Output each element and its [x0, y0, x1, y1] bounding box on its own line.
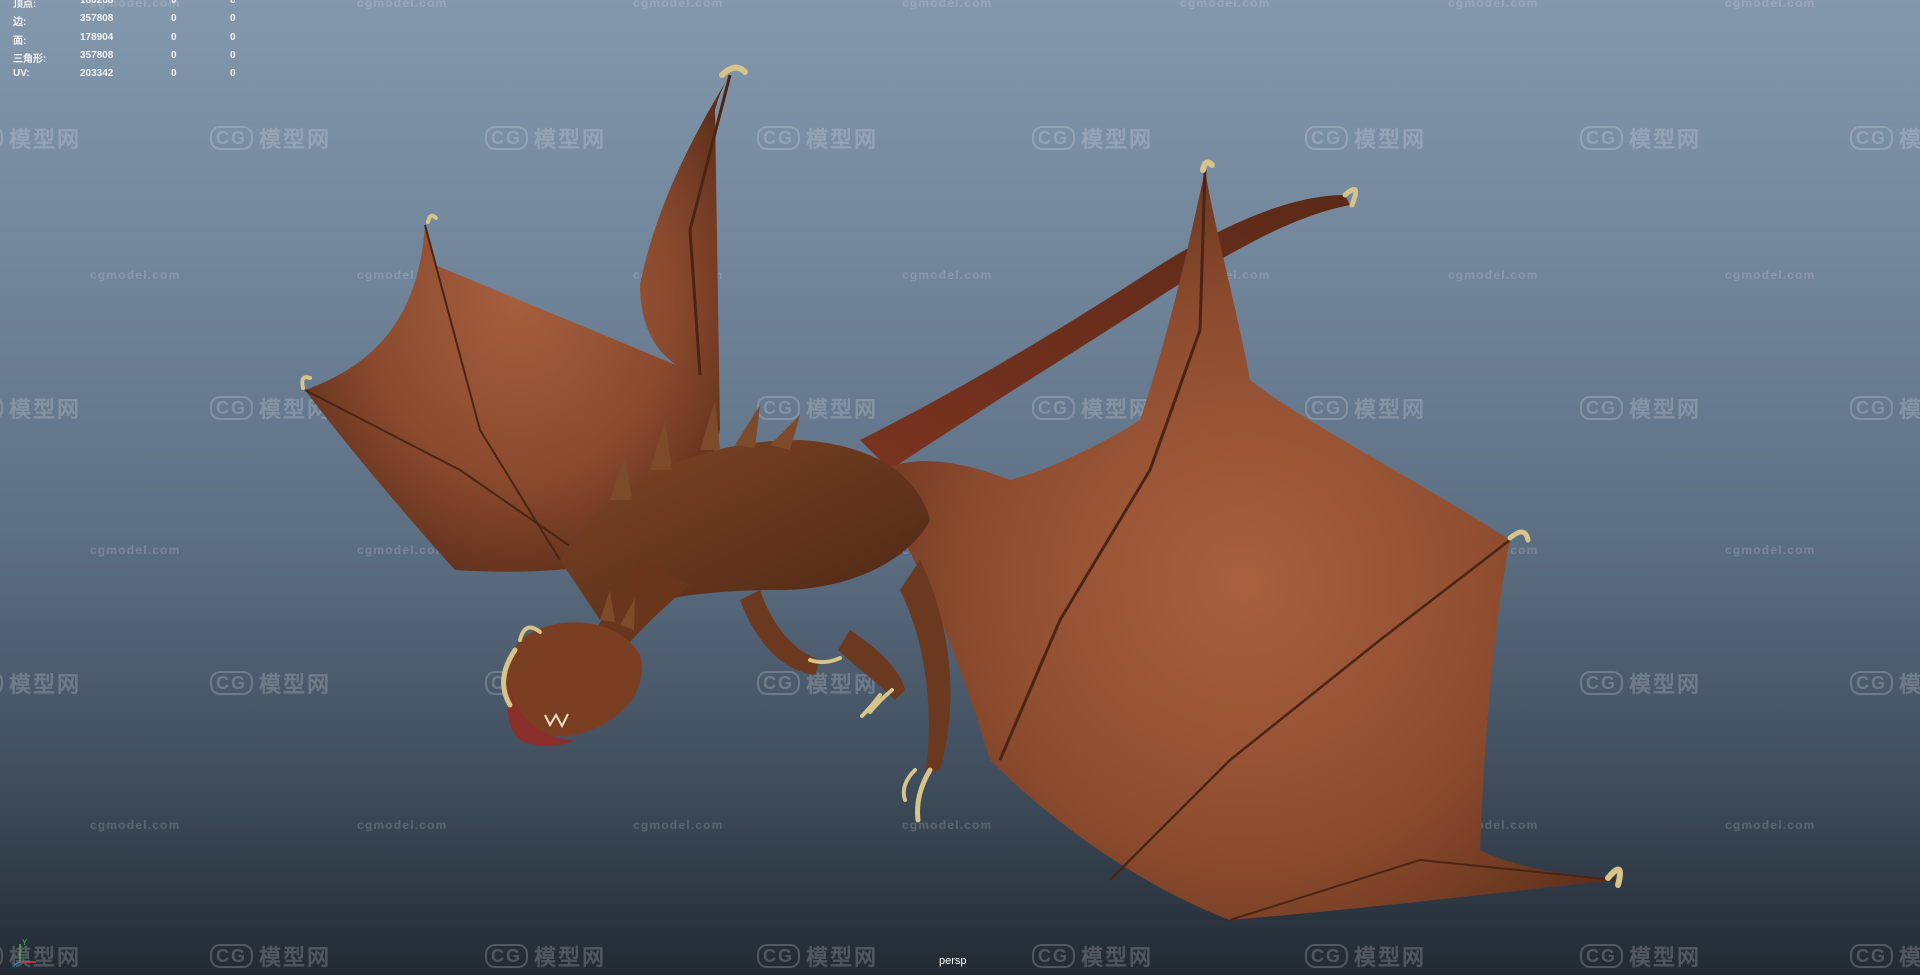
hud-value: 0 [171, 31, 177, 43]
hud-value: 357808 [80, 49, 114, 61]
hud-value: 0 [171, 68, 177, 80]
hud-row: 三角形: 357808 0 0 [13, 50, 243, 68]
hud-value: 203342 [80, 68, 114, 80]
dragon-front-leg [740, 590, 820, 675]
hud-value: 0 [171, 49, 177, 61]
hud-label: UV: [13, 68, 30, 80]
hud-value: 0 [230, 31, 236, 43]
poly-count-hud: 顶点: 180268 0 0 边: 357808 0 0 面: 178904 0 0 三角形: 35780… [13, 0, 243, 86]
hud-value: 0 [230, 0, 236, 6]
hud-value: 178904 [80, 31, 114, 43]
hud-value: 180268 [80, 0, 114, 6]
hud-value: 0 [171, 0, 177, 6]
hud-value: 0 [230, 13, 236, 25]
hud-value: 0 [171, 13, 177, 25]
wing-claw-icon [1200, 159, 1215, 173]
hud-label: 三角形: [13, 53, 47, 65]
hud-value: 357808 [80, 13, 114, 25]
maya-viewport[interactable]: cgmodel.com cgmodel.com cgmodel.com cgmodel… [0, 0, 1920, 975]
dragon-model[interactable] [0, 0, 1920, 975]
axis-y-label: Y [22, 938, 28, 947]
axis-gizmo-icon: Y [13, 938, 36, 966]
wing-claw-icon [719, 64, 748, 78]
hud-label: 面: [13, 35, 27, 47]
hud-value: 0 [230, 68, 236, 80]
hud-label: 边: [13, 17, 27, 29]
camera-label: persp [939, 955, 967, 967]
hud-label: 顶点: [13, 0, 37, 10]
hud-row: 顶点: 180268 0 0 [13, 0, 243, 13]
hud-row: 边: 357808 0 0 [13, 13, 243, 31]
hud-row: 面: 178904 0 0 [13, 32, 243, 50]
hud-value: 0 [230, 49, 236, 61]
hud-row: UV: 203342 0 0 [13, 68, 243, 86]
